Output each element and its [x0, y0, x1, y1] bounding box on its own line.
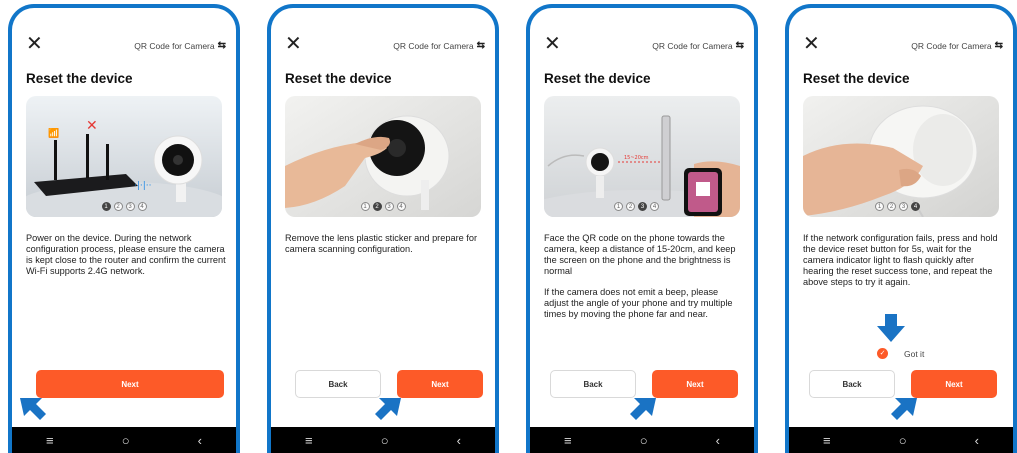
got-it-checkbox[interactable]: ✓ Got it: [877, 348, 924, 359]
pointer-arrow-down-icon: [877, 314, 905, 342]
step-description: If the network configuration fails, pres…: [803, 233, 1003, 298]
page-dot: 2: [887, 202, 896, 211]
next-button[interactable]: Next: [36, 370, 224, 398]
swap-icon: ⇆: [994, 40, 1003, 51]
back-icon[interactable]: ‹: [716, 433, 720, 448]
home-icon[interactable]: ○: [899, 433, 907, 448]
qr-link-label: QR Code for Camera: [134, 40, 215, 51]
next-button[interactable]: Next: [397, 370, 483, 398]
menu-icon[interactable]: ≡: [305, 433, 313, 448]
close-icon[interactable]: ✕: [285, 34, 302, 54]
step-photo-reset-button: 1 2 3 4: [803, 96, 999, 217]
close-icon[interactable]: ✕: [26, 34, 43, 54]
page-dot: 4: [396, 202, 406, 211]
step-description: Power on the device. During the network …: [26, 233, 226, 287]
pagination-dots: 1 2 3 4: [803, 202, 999, 211]
page-dot: 3: [638, 202, 647, 211]
step-photo-scan-qr: 15~20cm 1 2 3 4: [544, 96, 740, 217]
page-title: Reset the device: [803, 71, 910, 86]
back-icon[interactable]: ‹: [975, 433, 979, 448]
back-icon[interactable]: ‹: [457, 433, 461, 448]
page-dot: 4: [137, 202, 147, 211]
pointer-arrow-icon: [630, 398, 656, 420]
check-icon[interactable]: ✓: [877, 348, 888, 359]
next-button[interactable]: Next: [911, 370, 997, 398]
step-photo-router-camera: 📶 ✕ ·|·|·· 1 2 3 4: [26, 96, 222, 217]
page-dot: 3: [125, 202, 135, 211]
pagination-dots: 1 2 3 4: [285, 202, 481, 211]
page-dot: 4: [650, 202, 659, 211]
home-icon[interactable]: ○: [381, 433, 389, 448]
pointer-arrow-icon: [20, 398, 46, 420]
page-dot: 2: [113, 202, 123, 211]
system-navbar: ≡ ○ ‹: [12, 427, 236, 453]
description-paragraph: If the camera does not emit a beep, plea…: [544, 287, 733, 319]
phone-screen-4: ✕ QR Code for Camera ⇆ Reset the device …: [785, 4, 1017, 453]
page-dot: 2: [372, 202, 382, 211]
page-title: Reset the device: [26, 71, 133, 86]
page-dot: 3: [899, 202, 908, 211]
menu-icon[interactable]: ≡: [823, 433, 831, 448]
swap-icon: ⇆: [735, 40, 744, 51]
step-description: Remove the lens plastic sticker and prep…: [285, 233, 485, 265]
pagination-dots: 1 2 3 4: [544, 202, 740, 211]
svg-text:·|·|··: ·|·|··: [134, 181, 152, 191]
page-title: Reset the device: [285, 71, 392, 86]
qr-code-link[interactable]: QR Code for Camera ⇆: [652, 40, 744, 51]
page-dot: 1: [875, 202, 884, 211]
home-icon[interactable]: ○: [122, 433, 130, 448]
swap-icon: ⇆: [217, 40, 226, 51]
qr-link-label: QR Code for Camera: [393, 40, 474, 51]
page-dot: 1: [101, 202, 111, 211]
description-paragraph: Power on the device. During the network …: [26, 233, 226, 276]
qr-code-link[interactable]: QR Code for Camera ⇆: [134, 40, 226, 51]
description-paragraph: Face the QR code on the phone towards th…: [544, 233, 736, 276]
back-button[interactable]: Back: [550, 370, 636, 398]
page-dot: 4: [911, 202, 920, 211]
menu-icon[interactable]: ≡: [564, 433, 572, 448]
qr-link-label: QR Code for Camera: [911, 40, 992, 51]
home-icon[interactable]: ○: [640, 433, 648, 448]
got-it-label: Got it: [904, 348, 925, 359]
page-title: Reset the device: [544, 71, 651, 86]
svg-text:📶: 📶: [48, 127, 59, 139]
qr-code-link[interactable]: QR Code for Camera ⇆: [911, 40, 1003, 51]
phone-screen-2: ✕ QR Code for Camera ⇆ Reset the device …: [267, 4, 499, 453]
pagination-dots: 1 2 3 4: [26, 202, 222, 211]
step-description: Face the QR code on the phone towards th…: [544, 233, 744, 330]
description-paragraph: Remove the lens plastic sticker and prep…: [285, 233, 478, 254]
page-dot: 2: [626, 202, 635, 211]
system-navbar: ≡ ○ ‹: [789, 427, 1013, 453]
swap-icon: ⇆: [476, 40, 485, 51]
system-navbar: ≡ ○ ‹: [530, 427, 754, 453]
back-icon[interactable]: ‹: [198, 433, 202, 448]
page-dot: 1: [360, 202, 370, 211]
back-button[interactable]: Back: [809, 370, 895, 398]
qr-code-link[interactable]: QR Code for Camera ⇆: [393, 40, 485, 51]
phone-screen-3: ✕ QR Code for Camera ⇆ Reset the device …: [526, 4, 758, 453]
phone-screen-1: ✕ QR Code for Camera ⇆ Reset the device …: [8, 4, 240, 453]
step-photo-remove-sticker: 1 2 3 4: [285, 96, 481, 217]
close-icon[interactable]: ✕: [544, 34, 561, 54]
qr-link-label: QR Code for Camera: [652, 40, 733, 51]
pointer-arrow-icon: [891, 398, 917, 420]
page-dot: 3: [384, 202, 394, 211]
pointer-arrow-icon: [375, 398, 401, 420]
svg-text:✕: ✕: [86, 118, 98, 134]
close-icon[interactable]: ✕: [803, 34, 820, 54]
menu-icon[interactable]: ≡: [46, 433, 54, 448]
system-navbar: ≡ ○ ‹: [271, 427, 495, 453]
description-paragraph: If the network configuration fails, pres…: [803, 233, 998, 287]
distance-label: 15~20cm: [624, 155, 649, 161]
next-button[interactable]: Next: [652, 370, 738, 398]
back-button[interactable]: Back: [295, 370, 381, 398]
page-dot: 1: [614, 202, 623, 211]
